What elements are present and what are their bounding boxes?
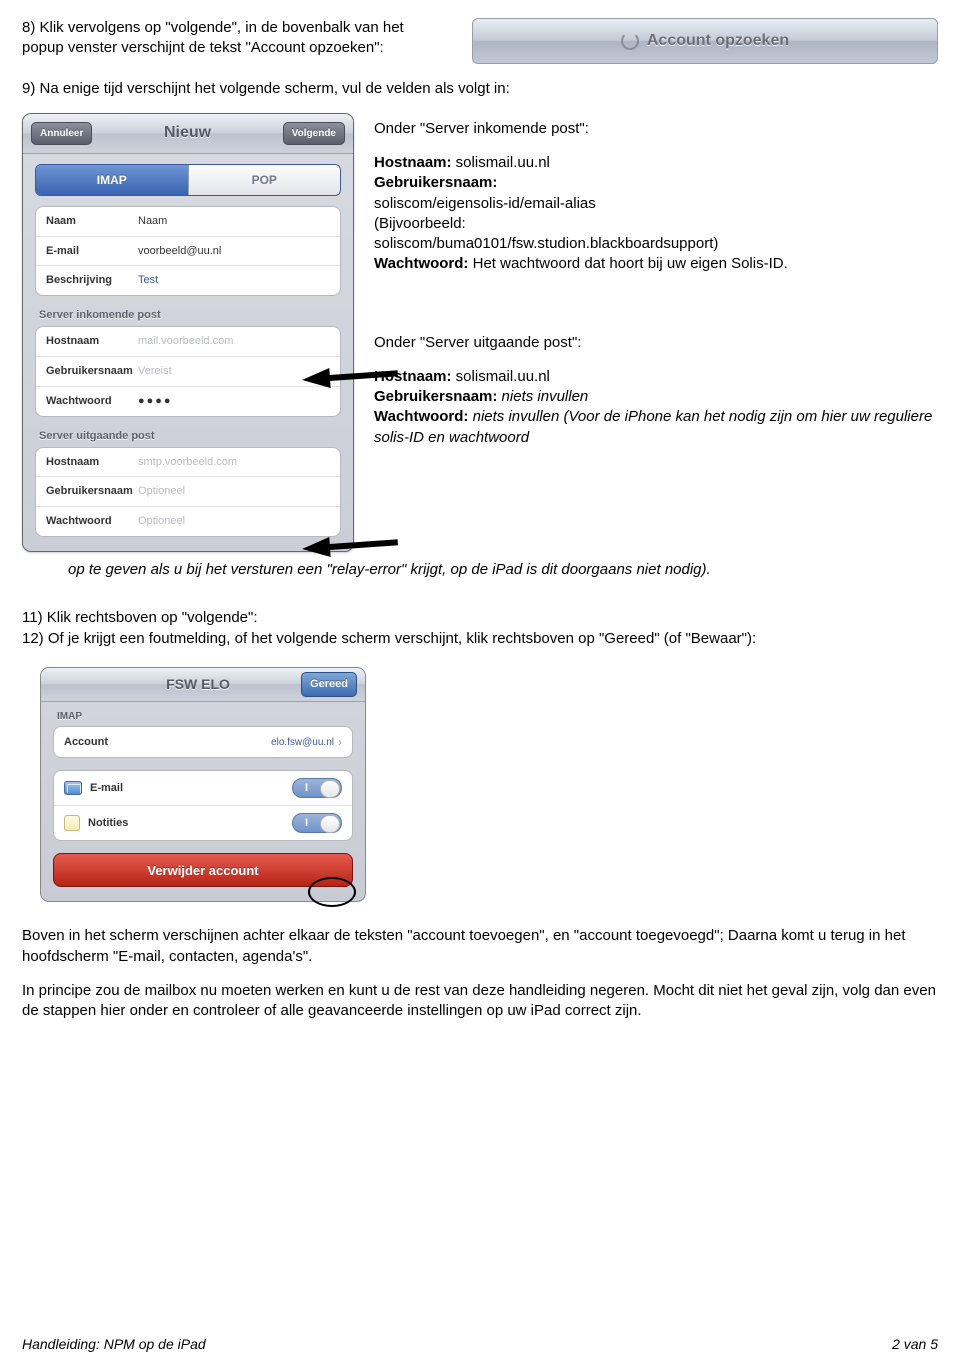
in-user-label: Gebruikersnaam [46, 364, 138, 379]
footer-right: 2 van 5 [892, 1335, 938, 1354]
step11-text: 11) Klik rechtsboven op "volgende": [22, 608, 938, 628]
description-field[interactable]: Test [138, 273, 330, 288]
popup-titlebar: Annuleer Nieuw Volgende [23, 114, 353, 154]
protocol-segmented[interactable]: IMAP POP [35, 164, 341, 196]
notes-toggle-label: Notities [88, 816, 292, 831]
arrow-icon [301, 537, 330, 559]
panel2-titlebar: FSW ELO Gereed [41, 668, 365, 702]
post2-text: In principe zou de mailbox nu moeten wer… [22, 981, 938, 1022]
out-host-label: Hostnaam [46, 455, 138, 470]
email-field[interactable]: voorbeeld@uu.nl [138, 244, 330, 259]
out-user-l: Gebruikersnaam: [374, 388, 497, 405]
outgoing-group: Hostnaamsmtp.voorbeeld.com Gebruikersnaa… [35, 447, 341, 538]
email-toggle-row: E-mail [54, 771, 352, 806]
tab-pop[interactable]: POP [188, 165, 341, 195]
out-pw-l: Wachtwoord: [374, 408, 468, 425]
out-host-v: solismail.uu.nl [452, 368, 550, 385]
account-lookup-label: Account opzoeken [647, 30, 789, 52]
in-user-v1: soliscom/eigensolis-id/email-alias [374, 195, 596, 212]
step8-text: 8) Klik vervolgens op "volgende", in de … [22, 18, 442, 59]
account-value: elo.fsw@uu.nl [156, 736, 334, 750]
email-label: E-mail [46, 244, 138, 259]
in-pw-v: Het wachtwoord dat hoort bij uw eigen So… [468, 255, 787, 272]
in-host-field[interactable]: mail.voorbeeld.com [138, 334, 330, 349]
circle-annotation-icon [308, 877, 356, 907]
email-toggle-label: E-mail [90, 781, 292, 796]
delete-account-button[interactable]: Verwijder account [53, 853, 353, 887]
imap-header: IMAP [57, 710, 351, 724]
in-host-label: Hostnaam [46, 334, 138, 349]
account-row[interactable]: Account elo.fsw@uu.nl › [54, 727, 352, 757]
out-user-field[interactable]: Optioneel [138, 484, 330, 499]
incoming-group: Hostnaammail.voorbeeld.com Gebruikersnaa… [35, 326, 341, 417]
tab-imap[interactable]: IMAP [36, 165, 188, 195]
out-user-v: niets invullen [497, 388, 588, 405]
notes-icon [64, 815, 80, 831]
out-pw-label: Wachtwoord [46, 514, 138, 529]
out-host-field[interactable]: smtp.voorbeeld.com [138, 455, 330, 470]
panel2-title: FSW ELO [95, 675, 301, 694]
account-lookup-bar: Account opzoeken [472, 18, 938, 64]
incoming-head: Onder "Server inkomende post": [374, 119, 938, 139]
account-label: Account [64, 735, 156, 750]
identity-group: NaamNaam E-mailvoorbeeld@uu.nl Beschrijv… [35, 206, 341, 297]
in-pw-l: Wachtwoord: [374, 255, 468, 272]
instructions-block: Onder "Server inkomende post": Hostnaam:… [374, 113, 938, 448]
outgoing-header: Server uitgaande post [39, 429, 339, 444]
account-summary-panel: FSW ELO Gereed IMAP Account elo.fsw@uu.n… [40, 667, 366, 903]
done-button[interactable]: Gereed [301, 672, 357, 697]
in-user-l: Gebruikersnaam: [374, 174, 497, 191]
services-group: E-mail Notities [53, 770, 353, 841]
name-label: Naam [46, 214, 138, 229]
footer-left: Handleiding: NPM op de iPad [22, 1335, 206, 1354]
account-group: Account elo.fsw@uu.nl › [53, 726, 353, 758]
outgoing-head: Onder "Server uitgaande post": [374, 333, 938, 353]
next-button[interactable]: Volgende [283, 122, 345, 146]
cancel-button[interactable]: Annuleer [31, 122, 92, 146]
chevron-right-icon: › [338, 734, 342, 750]
notes-toggle-row: Notities [54, 806, 352, 840]
post1-text: Boven in het scherm verschijnen achter e… [22, 926, 938, 967]
out-pw-field[interactable]: Optioneel [138, 514, 330, 529]
in-pw-field[interactable]: ●●●● [138, 394, 330, 409]
page-footer: Handleiding: NPM op de iPad 2 van 5 [22, 1335, 938, 1354]
out-user-label: Gebruikersnaam [46, 484, 138, 499]
description-label: Beschrijving [46, 273, 138, 288]
arrow-icon [301, 368, 330, 390]
popup-title: Nieuw [92, 122, 282, 144]
incoming-header: Server inkomende post [39, 308, 339, 323]
out-tail: op te geven als u bij het versturen een … [68, 560, 938, 580]
in-host-l: Hostnaam: [374, 154, 452, 171]
mail-icon [64, 781, 82, 795]
notes-toggle[interactable] [292, 813, 342, 833]
mail-setup-popup: Annuleer Nieuw Volgende IMAP POP NaamNaa… [22, 113, 354, 552]
in-pw-label: Wachtwoord [46, 394, 138, 409]
name-field[interactable]: Naam [138, 214, 330, 229]
in-user-v3: soliscom/buma0101/fsw.studion.blackboard… [374, 235, 718, 252]
in-host-v: solismail.uu.nl [452, 154, 550, 171]
email-toggle[interactable] [292, 778, 342, 798]
in-user-v2: (Bijvoorbeeld: [374, 215, 466, 232]
step12-text: 12) Of je krijgt een foutmelding, of het… [22, 629, 938, 649]
step9-text: 9) Na enige tijd verschijnt het volgende… [22, 79, 938, 99]
spinner-icon [621, 32, 639, 50]
